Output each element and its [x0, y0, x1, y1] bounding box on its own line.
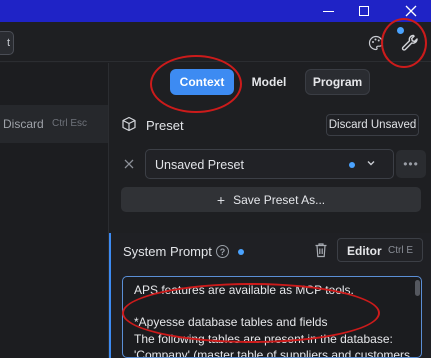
palette-icon[interactable]: [368, 35, 384, 51]
left-pane: Discard Ctrl Esc: [0, 63, 109, 358]
left-toolbar-button[interactable]: t: [0, 31, 14, 55]
window-titlebar: [0, 0, 431, 22]
preset-select[interactable]: Unsaved Preset: [145, 149, 394, 179]
prompt-line: The following tables are present in the …: [134, 332, 393, 346]
save-preset-as-label: Save Preset As...: [233, 192, 326, 207]
system-prompt-section: System Prompt ? Editor Ctrl E APS featur…: [109, 233, 431, 358]
prompt-line: 'Company' (master table of suppliers and…: [134, 348, 411, 358]
prompt-line: APS features are available as MCP tools.: [134, 283, 354, 297]
maximize-icon: [359, 6, 369, 16]
maximize-button[interactable]: [344, 0, 384, 22]
minimize-icon: [322, 10, 334, 12]
close-window-button[interactable]: [391, 0, 431, 22]
preset-label: Preset: [146, 118, 184, 133]
preset-select-value: Unsaved Preset: [155, 158, 244, 172]
prompt-scrollbar[interactable]: [415, 280, 420, 296]
tab-program[interactable]: Program: [305, 69, 370, 95]
modified-indicator-dot: [238, 249, 244, 255]
clear-preset-icon[interactable]: [123, 158, 135, 170]
plus-icon: +: [216, 191, 226, 208]
preset-select-row: Unsaved Preset •••: [110, 149, 431, 179]
editor-button[interactable]: Editor Ctrl E: [337, 238, 423, 262]
system-prompt-title: System Prompt: [123, 244, 212, 259]
tab-context[interactable]: Context: [170, 69, 234, 95]
trash-icon[interactable]: [314, 242, 328, 258]
more-options-button[interactable]: •••: [396, 150, 426, 178]
discard-label: Discard: [3, 117, 44, 131]
cube-icon: [122, 116, 136, 132]
chevron-down-icon: [367, 161, 375, 166]
editor-label: Editor: [347, 244, 382, 258]
unsaved-indicator-dot: [349, 162, 355, 168]
prompt-line: *Apyesse database tables and fields: [134, 315, 328, 329]
editor-shortcut: Ctrl E: [388, 245, 413, 256]
system-prompt-textarea[interactable]: APS features are available as MCP tools.…: [122, 276, 422, 358]
wrench-icon[interactable]: [400, 33, 420, 53]
save-preset-as-button[interactable]: + Save Preset As...: [121, 187, 421, 212]
discard-shortcut: Ctrl Esc: [52, 118, 87, 129]
left-discard-bar[interactable]: Discard Ctrl Esc: [0, 105, 108, 143]
close-icon: [405, 5, 417, 17]
top-toolbar: t: [0, 22, 431, 62]
mode-tabs: Context Model Program: [170, 69, 370, 95]
help-icon[interactable]: ?: [216, 245, 229, 258]
minimize-button[interactable]: [308, 0, 348, 22]
tab-model[interactable]: Model: [243, 69, 295, 95]
discard-unsaved-button[interactable]: Discard Unsaved: [326, 114, 419, 136]
preset-header: Preset Discard Unsaved: [110, 112, 431, 138]
